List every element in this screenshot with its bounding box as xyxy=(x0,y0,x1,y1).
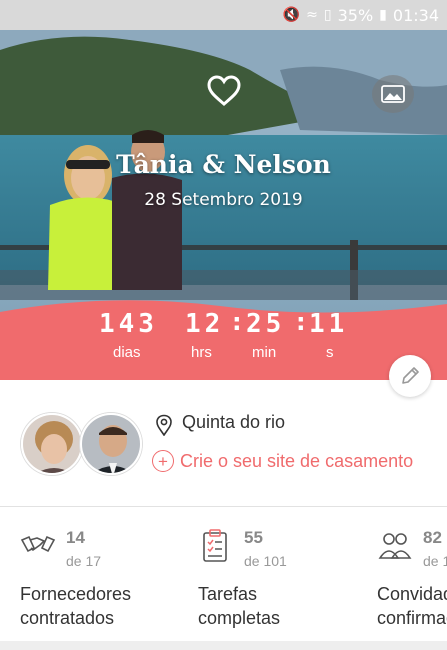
wifi-icon: ≈ xyxy=(306,7,318,23)
avatar-bride-image xyxy=(23,415,81,473)
plus-circle-icon: + xyxy=(152,450,174,472)
stat-guests[interactable]: 82 de 1 Convidados confirmados xyxy=(377,528,447,628)
change-photo-button[interactable] xyxy=(372,75,414,113)
stat-tasks-label-line1: Tarefas xyxy=(198,584,258,604)
edit-button[interactable] xyxy=(389,355,431,397)
countdown-minutes: 25 xyxy=(246,309,286,339)
countdown-days-label: dias xyxy=(113,344,141,361)
stat-vendors-count: 14 xyxy=(66,528,85,547)
section-divider xyxy=(0,506,447,507)
stat-tasks-label-line2: completas xyxy=(198,608,281,628)
signal-icon: ▯ xyxy=(323,7,332,23)
stat-tasks-label: Tarefas completas xyxy=(198,582,280,630)
stat-tasks-count: 55 xyxy=(244,528,263,547)
stat-tasks-total: de 101 xyxy=(244,553,287,569)
stat-vendors-total: de 17 xyxy=(66,553,102,569)
stat-vendors[interactable]: 14 de 17 Fornecedores contratados xyxy=(20,528,190,628)
guests-icon xyxy=(378,533,412,559)
clipboard-icon xyxy=(203,529,227,562)
countdown-days: 143 xyxy=(99,309,158,339)
stat-guests-count: 82 xyxy=(423,528,442,547)
stat-guests-total: de 1 xyxy=(423,553,447,569)
wedding-date: 28 Setembro 2019 xyxy=(144,190,303,210)
countdown-hours-label: hrs xyxy=(191,344,212,361)
clock: 01:34 xyxy=(392,5,439,25)
stat-vendors-label: Fornecedores contratados xyxy=(20,582,131,630)
couple-name: Tânia & Nelson xyxy=(116,150,331,179)
battery-percent: 35% xyxy=(337,5,374,25)
create-website-label: Crie o seu site de casamento xyxy=(180,450,414,471)
avatar-groom-image xyxy=(82,415,140,473)
location-pin-icon xyxy=(156,414,172,436)
countdown-minutes-label: min xyxy=(252,344,277,361)
heart-icon xyxy=(207,75,241,106)
countdown-seconds-label: s xyxy=(326,344,334,361)
stat-vendors-label-line1: Fornecedores xyxy=(20,584,132,604)
battery-icon: ▮ xyxy=(379,7,387,23)
avatar-groom[interactable] xyxy=(80,413,142,475)
pencil-icon xyxy=(402,367,419,384)
countdown-separator: : xyxy=(296,308,306,336)
create-website-link[interactable]: + Crie o seu site de casamento xyxy=(152,450,413,472)
countdown-hours: 12 xyxy=(185,309,225,339)
status-bar: 🔇 ≈ ▯ 35% ▮ 01:34 xyxy=(0,0,447,30)
handshake-icon xyxy=(20,535,56,553)
bottom-strip xyxy=(0,641,447,650)
stat-tasks[interactable]: 55 de 101 Tarefas completas xyxy=(198,528,368,628)
avatar-bride[interactable] xyxy=(21,413,83,475)
mute-icon: 🔇 xyxy=(282,7,301,23)
image-icon xyxy=(381,85,405,103)
countdown-separator: : xyxy=(232,308,242,336)
venue-name[interactable]: Quinta do rio xyxy=(182,412,285,433)
countdown-seconds: 11 xyxy=(309,309,349,339)
stat-guests-label-line2: confirmados xyxy=(377,608,447,628)
stat-vendors-label-line2: contratados xyxy=(20,608,115,628)
stat-guests-label-line1: Convidados xyxy=(377,584,447,604)
stat-guests-label: Convidados confirmados xyxy=(377,582,447,628)
